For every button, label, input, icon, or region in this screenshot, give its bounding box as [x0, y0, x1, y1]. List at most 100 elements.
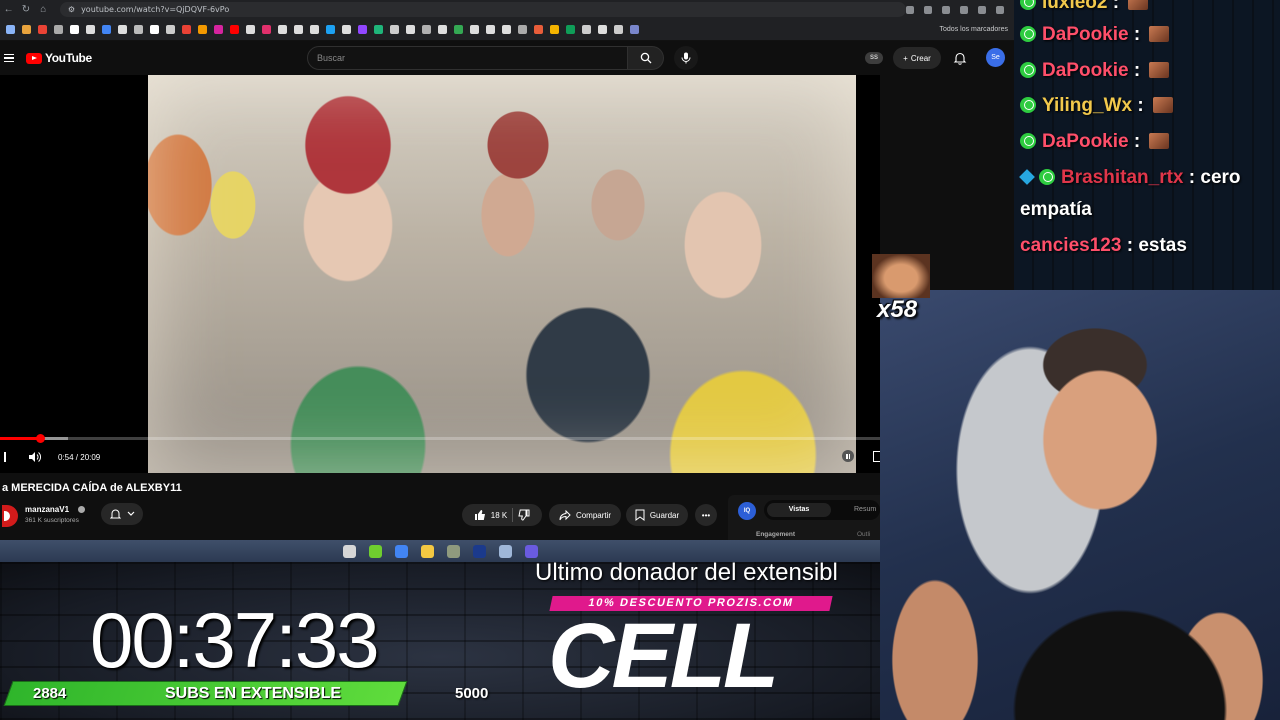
volume-icon[interactable] [28, 451, 42, 463]
bookmark-favicon-icon[interactable] [326, 25, 335, 34]
chat-username[interactable]: DaPookie [1042, 131, 1129, 152]
zoom-icon[interactable] [924, 5, 932, 14]
star-icon[interactable] [960, 5, 968, 14]
bookmark-favicon-icon[interactable] [54, 25, 63, 34]
subathon-timer: 00:37:33 [90, 596, 380, 684]
like-count[interactable]: 18 K [491, 511, 507, 520]
bookmark-favicon-icon[interactable] [550, 25, 559, 34]
bookmark-favicon-icon[interactable] [166, 25, 175, 34]
bookmark-favicon-icon[interactable] [198, 25, 207, 34]
taskbar-app-icon[interactable] [342, 544, 356, 558]
video-frame[interactable] [148, 75, 856, 473]
bookmark-favicon-icon[interactable] [134, 25, 143, 34]
home-icon[interactable]: ⌂ [35, 4, 52, 15]
dislike-icon[interactable] [518, 509, 530, 521]
bookmark-favicon-icon[interactable] [454, 25, 463, 34]
bookmark-favicon-icon[interactable] [486, 25, 495, 34]
bookmark-favicon-icon[interactable] [630, 25, 639, 34]
bookmark-favicon-icon[interactable] [22, 25, 31, 34]
search-input[interactable] [307, 46, 628, 70]
bookmark-favicon-icon[interactable] [214, 25, 223, 34]
chat-username[interactable]: DaPookie [1042, 60, 1129, 81]
bookmark-favicon-icon[interactable] [294, 25, 303, 34]
play-pause-icon[interactable] [4, 452, 6, 462]
share-button[interactable]: Compartir [549, 504, 621, 526]
extensions-icon[interactable] [978, 5, 986, 14]
account-avatar[interactable]: Se [986, 48, 1005, 67]
bookmark-favicon-icon[interactable] [390, 25, 399, 34]
bookmark-favicon-icon[interactable] [406, 25, 415, 34]
cast-icon[interactable] [906, 5, 914, 14]
bookmark-favicon-icon[interactable] [342, 25, 351, 34]
taskbar-app-icon[interactable] [498, 544, 512, 558]
site-info-icon[interactable]: ⚙ [68, 5, 75, 14]
bookmark-favicon-icon[interactable] [182, 25, 191, 34]
bookmark-favicon-icon[interactable] [470, 25, 479, 34]
taskbar-app-icon[interactable] [368, 544, 382, 558]
bookmark-favicon-icon[interactable] [102, 25, 111, 34]
like-icon[interactable] [474, 509, 486, 521]
subscription-bell-button[interactable] [101, 503, 143, 525]
taskbar-app-icon[interactable] [524, 544, 538, 558]
bookmark-favicon-icon[interactable] [38, 25, 47, 34]
chat-separator: : [1183, 167, 1201, 188]
bookmark-favicon-icon[interactable] [150, 25, 159, 34]
bookmark-favicon-icon[interactable] [598, 25, 607, 34]
search-button[interactable] [628, 46, 664, 70]
all-bookmarks-link[interactable]: Todos los marcadores [940, 26, 1008, 33]
profile-icon[interactable] [996, 5, 1004, 14]
create-button[interactable]: + Crear [893, 47, 941, 69]
bookmark-favicon-icon[interactable] [566, 25, 575, 34]
taskbar-app-icon[interactable] [472, 544, 486, 558]
youtube-logo[interactable]: YouTube [26, 51, 92, 65]
bookmark-favicon-icon[interactable] [6, 25, 15, 34]
chat-username[interactable]: DaPookie [1042, 24, 1129, 45]
tab-vistas[interactable]: Vistas [767, 503, 831, 517]
bookmark-favicon-icon[interactable] [438, 25, 447, 34]
chat-username[interactable]: cancies123 [1020, 235, 1121, 256]
channel-avatar[interactable] [2, 505, 18, 527]
notifications-button[interactable] [953, 51, 967, 70]
bookmark-favicon-icon[interactable] [518, 25, 527, 34]
hamburger-menu-icon[interactable] [4, 53, 14, 63]
chat-username[interactable]: Yiling_Wx [1042, 95, 1132, 116]
bookmark-favicon-icon[interactable] [374, 25, 383, 34]
chat-username[interactable]: Brashitan_rtx [1061, 167, 1184, 188]
extension-logo-icon[interactable]: IQ [738, 502, 756, 520]
chat-badge-icon [1020, 97, 1036, 113]
bookmark-favicon-icon[interactable] [246, 25, 255, 34]
reload-icon[interactable]: ↻ [17, 4, 34, 15]
bookmark-favicon-icon[interactable] [582, 25, 591, 34]
bookmark-favicon-icon[interactable] [278, 25, 287, 34]
bookmark-favicon-icon[interactable] [86, 25, 95, 34]
bookmark-favicon-icon[interactable] [262, 25, 271, 34]
progress-bar[interactable] [0, 434, 880, 443]
save-button[interactable]: Guardar [626, 504, 688, 526]
video-player[interactable]: 0:54 / 20:09 [0, 75, 880, 473]
ss-badge[interactable]: SS [865, 52, 883, 64]
voice-search-button[interactable] [674, 46, 698, 70]
stats-extension-panel: IQ Vistas Resum Engagement Outli [728, 495, 880, 540]
taskbar-app-icon[interactable] [446, 544, 460, 558]
share-icon[interactable] [942, 5, 950, 14]
chat-username[interactable]: luxleo2 [1042, 0, 1107, 13]
bookmark-favicon-icon[interactable] [358, 25, 367, 34]
bookmark-favicon-icon[interactable] [422, 25, 431, 34]
taskbar-app-icon[interactable] [420, 544, 434, 558]
autoplay-toggle[interactable] [842, 450, 854, 462]
address-bar[interactable]: ⚙ youtube.com/watch?v=QjDQVF-6vPo [59, 2, 906, 17]
bookmark-favicon-icon[interactable] [230, 25, 239, 34]
taskbar-app-icon[interactable] [394, 544, 408, 558]
progress-scrubber[interactable] [35, 434, 45, 443]
back-icon[interactable]: ← [0, 4, 17, 15]
settings-edge-icon[interactable] [873, 451, 880, 462]
channel-name[interactable]: manzanaV1 [25, 505, 69, 514]
bookmark-favicon-icon[interactable] [70, 25, 79, 34]
bookmark-favicon-icon[interactable] [614, 25, 623, 34]
bookmark-favicon-icon[interactable] [534, 25, 543, 34]
bookmark-favicon-icon[interactable] [310, 25, 319, 34]
bookmark-favicon-icon[interactable] [502, 25, 511, 34]
bookmark-favicon-icon[interactable] [118, 25, 127, 34]
more-actions-button[interactable]: ••• [695, 504, 717, 526]
tab-resumen[interactable]: Resum [854, 503, 876, 517]
